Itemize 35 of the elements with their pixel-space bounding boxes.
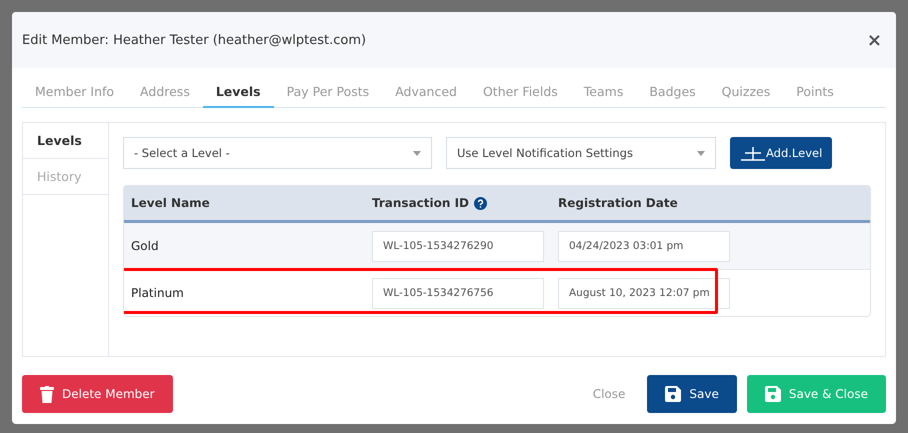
notification-select[interactable]: Use Level Notification Settings	[446, 137, 716, 169]
save-button[interactable]: Save	[647, 375, 737, 413]
transaction-id-field[interactable]: WL-105-1534276756	[372, 278, 544, 308]
caret-icon	[413, 150, 421, 156]
trash-icon	[40, 386, 54, 402]
tab[interactable]: Teams	[570, 78, 636, 108]
tab[interactable]: Quizzes	[708, 78, 784, 108]
sidebar-item[interactable]: Levels	[23, 123, 108, 159]
plus-icon	[740, 145, 766, 161]
tab[interactable]: Member Info	[22, 78, 128, 108]
tab[interactable]: Points	[783, 78, 847, 108]
sidebar-item[interactable]: History	[23, 159, 108, 195]
level-select[interactable]: - Select a Level -	[123, 137, 432, 169]
close-button[interactable]: ×	[862, 30, 886, 50]
tab[interactable]: Address	[127, 78, 203, 108]
dialog-title: Edit Member: Heather Tester (heather@wlptest.com)	[22, 32, 368, 48]
help-icon[interactable]	[474, 196, 488, 210]
close-link[interactable]: Close	[580, 387, 638, 401]
tab[interactable]: Other Fields	[470, 78, 571, 108]
delete-member-button[interactable]: Delete Member	[22, 375, 173, 413]
tab[interactable]: Levels	[202, 78, 274, 108]
level-name: Platinum	[130, 286, 185, 300]
save-and-close-button[interactable]: Save & Close	[746, 375, 886, 413]
tab[interactable]: Advanced	[382, 78, 470, 108]
tab[interactable]: Badges	[636, 78, 709, 108]
caret-icon	[697, 150, 705, 156]
column-header: Transaction ID	[372, 196, 558, 210]
add-level-button[interactable]: Add.Level	[730, 137, 832, 169]
registration-date-field[interactable]: August 10, 2023 12:07 pm	[558, 278, 730, 308]
registration-date-field[interactable]: 04/24/2023 03:01 pm	[558, 230, 730, 262]
transaction-id-field[interactable]: WL-105-1534276290	[372, 230, 544, 262]
level-name: Gold	[130, 239, 160, 253]
tab[interactable]: Pay Per Posts	[274, 78, 382, 108]
column-header: Registration Date	[558, 196, 679, 210]
column-header: Level Name	[130, 196, 211, 210]
